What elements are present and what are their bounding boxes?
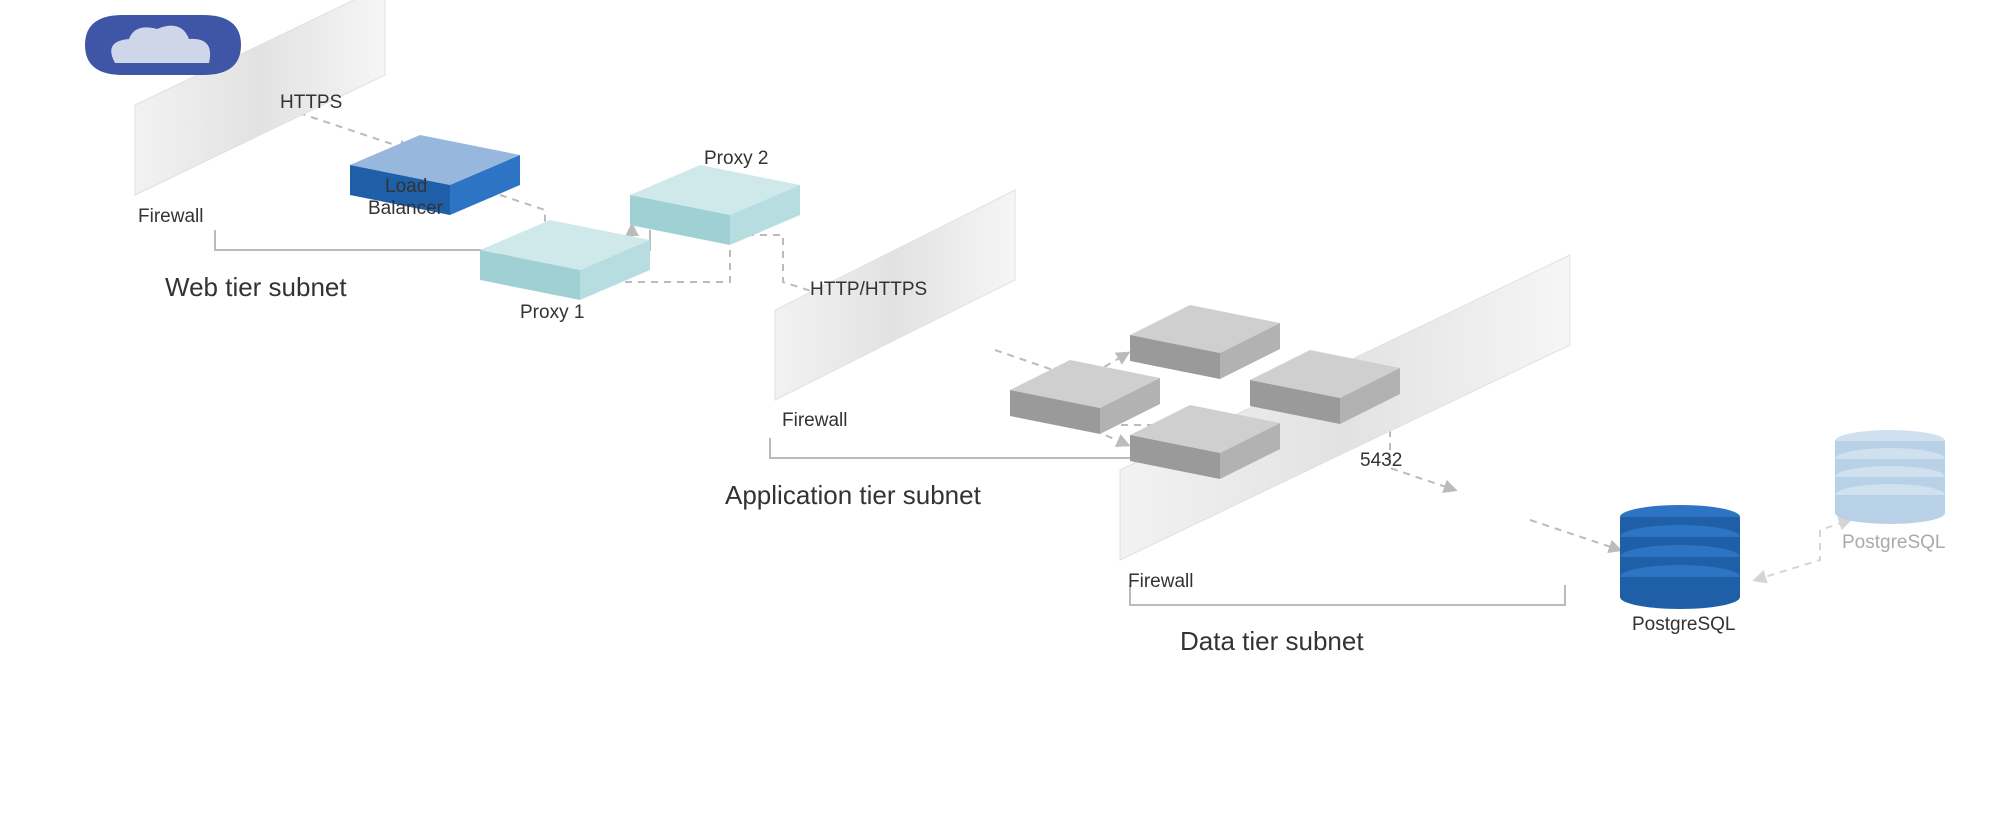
data-tier-bracket — [1130, 585, 1565, 605]
app-node-1 — [1010, 360, 1160, 434]
db-primary — [1620, 505, 1740, 609]
firewall3-label: Firewall — [1128, 571, 1193, 592]
app-tier-label: Application tier subnet — [725, 480, 982, 510]
lb-label-1: Load — [385, 176, 427, 197]
web-tier-label: Web tier subnet — [165, 272, 347, 302]
lb-label-2: Balancer — [368, 198, 444, 219]
port-label: 5432 — [1360, 450, 1402, 471]
firewall1-label: Firewall — [138, 206, 203, 227]
https-label: HTTPS — [280, 92, 342, 113]
db2-label: PostgreSQL — [1842, 532, 1946, 553]
proxy1-node — [480, 220, 650, 300]
arrow-fw3-db1 — [1530, 520, 1620, 550]
firewall2-label: Firewall — [782, 410, 847, 431]
proxy2-label: Proxy 2 — [704, 148, 768, 169]
proxy2-node — [630, 165, 800, 245]
app-node-2 — [1130, 305, 1280, 379]
db-replica — [1835, 430, 1945, 524]
architecture-diagram: HTTPS Firewall Load Balancer Proxy 1 Pro… — [0, 0, 1999, 836]
proxy1-label: Proxy 1 — [520, 302, 584, 323]
httphttps-label: HTTP/HTTPS — [810, 279, 927, 300]
data-tier-label: Data tier subnet — [1180, 626, 1364, 656]
db1-label: PostgreSQL — [1632, 614, 1736, 635]
cloud-icon — [85, 15, 241, 75]
arrow-db-repl — [1755, 520, 1850, 580]
